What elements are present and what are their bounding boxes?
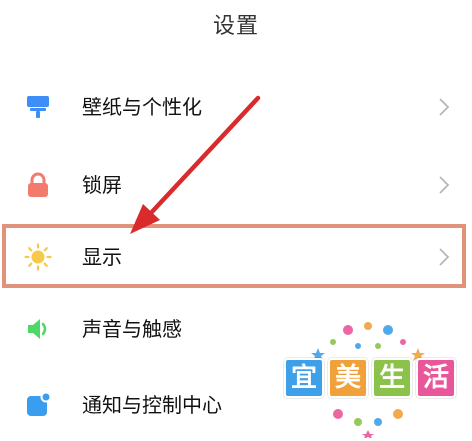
watermark: 宜 美 生 活	[278, 318, 468, 438]
setting-row-lockscreen[interactable]: 锁屏	[0, 150, 472, 220]
setting-label: 壁纸与个性化	[82, 95, 202, 119]
setting-label: 锁屏	[82, 173, 122, 197]
watermark-tiles: 宜 美 生 活	[284, 358, 460, 398]
watermark-char: 美	[328, 358, 368, 398]
watermark-char: 宜	[284, 358, 324, 398]
wallpaper-icon	[27, 96, 49, 118]
chevron-right-icon	[439, 98, 450, 116]
setting-row-wallpaper[interactable]: 壁纸与个性化	[0, 72, 472, 142]
setting-label: 通知与控制中心	[82, 393, 222, 417]
setting-label: 声音与触感	[82, 317, 182, 341]
lock-icon	[28, 172, 48, 197]
watermark-char: 生	[372, 358, 412, 398]
speaker-icon	[28, 319, 47, 339]
page-title: 设置	[212, 14, 259, 39]
highlight-box	[2, 224, 466, 288]
notification-icon	[27, 391, 52, 416]
chevron-right-icon	[439, 176, 450, 194]
watermark-char: 活	[416, 358, 456, 398]
